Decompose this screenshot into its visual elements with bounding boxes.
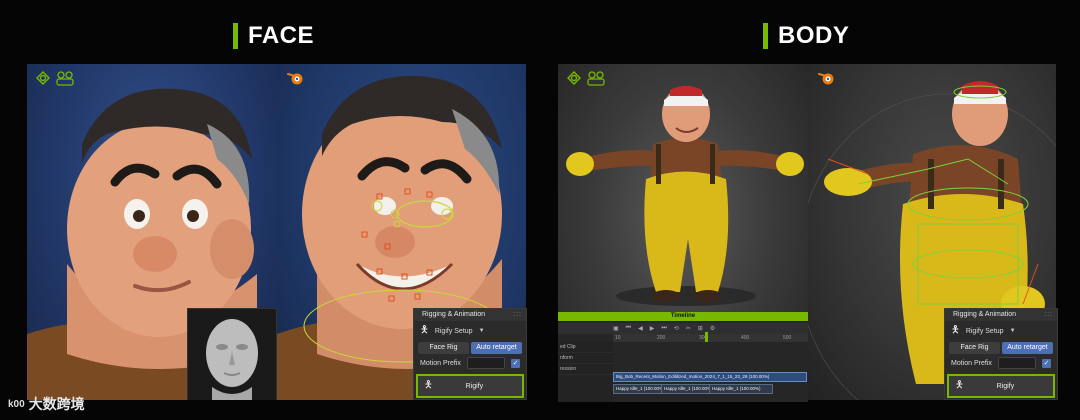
figure-icon: 🯅 — [951, 324, 960, 336]
panel-grip-icon[interactable]: ::: — [513, 309, 526, 321]
playhead[interactable] — [705, 332, 708, 342]
rigify-button-label: Rigify — [465, 382, 484, 390]
ruler-tick: 200 — [657, 335, 666, 341]
motion-clip[interactable]: Big_Bob_Recent_Motion_Editilized_motion_… — [613, 372, 807, 382]
timeline-track-list: ed Clip nform ression — [558, 342, 613, 402]
watermark: k00 大数跨境 — [8, 394, 85, 414]
toolbar-icon[interactable]: ⊞ — [698, 325, 703, 332]
ruler-tick: 10 — [615, 335, 621, 341]
head-scan-inset — [187, 308, 277, 400]
rigging-animation-panel: Rigging & Animation ::: 🯅 Rigify Setup ▼… — [944, 308, 1058, 400]
characters-icon — [56, 71, 74, 86]
motion-prefix-input[interactable] — [466, 357, 505, 369]
toolbar-icon[interactable]: ⚙ — [710, 325, 715, 332]
rig-mode-buttons: Face Rig Auto retarget — [414, 341, 526, 355]
nvidia-icon — [36, 71, 50, 85]
character-body-illustration — [566, 86, 804, 306]
panel-header: Rigging & Animation ::: — [414, 309, 526, 321]
toolbar-icon[interactable]: ⟲ — [674, 325, 679, 332]
auto-retarget-button[interactable]: Auto retarget — [1002, 342, 1053, 354]
motion-prefix-input[interactable] — [997, 357, 1036, 369]
toolbar-icon[interactable]: ◀ — [638, 325, 643, 332]
rigify-button[interactable]: 🯅 Rigify — [947, 374, 1055, 398]
accent-bar — [233, 23, 238, 49]
motion-prefix-row: Motion Prefix ✓ — [945, 355, 1057, 371]
rigify-setup-dropdown[interactable]: 🯅 Rigify Setup ▼ — [414, 321, 526, 341]
figure-icon: 🯅 — [424, 379, 433, 391]
rigify-setup-label: Rigify Setup — [965, 327, 1004, 335]
timeline-title: Timeline — [558, 312, 808, 321]
track-label[interactable]: ed Clip — [558, 342, 613, 353]
toolbar-icon[interactable]: ⏮ — [626, 325, 631, 332]
motion-clip[interactable]: Happy Idle_1 (100.00%) — [613, 384, 664, 394]
panel-title: Rigging & Animation — [953, 311, 1017, 318]
track-label[interactable]: nform — [558, 353, 613, 364]
watermark-text: 大数跨境 — [28, 396, 85, 412]
rig-mode-buttons: Face Rig Auto retarget — [945, 341, 1057, 355]
timeline-panel: Timeline ▣ ⏮ ◀ ▶ ⏭ ⟲ ✂ ⊞ ⚙ 10 200 300 40… — [558, 312, 863, 402]
body-heading-text: BODY — [778, 22, 850, 49]
toolbar-icon[interactable]: ▣ — [613, 325, 619, 332]
watermark-logo: k00 — [8, 398, 25, 410]
motion-prefix-label: Motion Prefix — [420, 359, 461, 367]
rigging-animation-panel: Rigging & Animation ::: 🯅 Rigify Setup ▼… — [413, 308, 527, 400]
timeline-ruler[interactable]: 10 200 300 400 500 — [613, 332, 808, 342]
motion-prefix-label: Motion Prefix — [951, 359, 992, 367]
face-heading: FACE — [233, 22, 314, 50]
check-icon[interactable]: ✓ — [1042, 358, 1051, 368]
rigify-button[interactable]: 🯅 Rigify — [416, 374, 524, 398]
blender-icon — [818, 73, 834, 85]
toolbar-icon[interactable]: ⏭ — [661, 325, 666, 332]
toolbar-icon[interactable]: ▶ — [650, 325, 655, 332]
characters-icon — [587, 71, 605, 86]
ruler-tick: 400 — [741, 335, 750, 341]
chevron-down-icon: ▼ — [478, 328, 485, 334]
panel-grip-icon[interactable]: ::: — [1044, 309, 1057, 321]
ruler-tick: 500 — [783, 335, 792, 341]
figure-icon: 🯅 — [955, 379, 964, 391]
accent-bar — [763, 23, 768, 49]
body-heading: BODY — [763, 22, 849, 50]
toolbar-icon[interactable]: ✂ — [686, 325, 691, 332]
rigify-button-label: Rigify — [996, 382, 1015, 390]
face-rig-button[interactable]: Face Rig — [949, 342, 1000, 354]
panel-title: Rigging & Animation — [422, 311, 486, 318]
head-scan-illustration — [206, 319, 258, 400]
motion-prefix-row: Motion Prefix ✓ — [414, 355, 526, 371]
panel-header: Rigging & Animation ::: — [945, 309, 1057, 321]
blender-icon — [287, 73, 303, 85]
chevron-down-icon: ▼ — [1009, 328, 1016, 334]
nvidia-icon — [567, 71, 581, 85]
face-rig-button[interactable]: Face Rig — [418, 342, 469, 354]
track-label[interactable]: ression — [558, 364, 613, 375]
face-heading-text: FACE — [248, 22, 315, 49]
check-icon[interactable]: ✓ — [511, 358, 520, 368]
motion-clip[interactable]: Happy Idle_1 (100.00%) — [661, 384, 712, 394]
rigify-setup-dropdown[interactable]: 🯅 Rigify Setup ▼ — [945, 321, 1057, 341]
motion-clip[interactable]: Happy Idle_1 (100.00%) — [709, 384, 773, 394]
figure-icon: 🯅 — [420, 324, 429, 336]
auto-retarget-button[interactable]: Auto retarget — [471, 342, 522, 354]
face-render-viewport — [27, 64, 277, 400]
rigify-setup-label: Rigify Setup — [434, 327, 473, 335]
